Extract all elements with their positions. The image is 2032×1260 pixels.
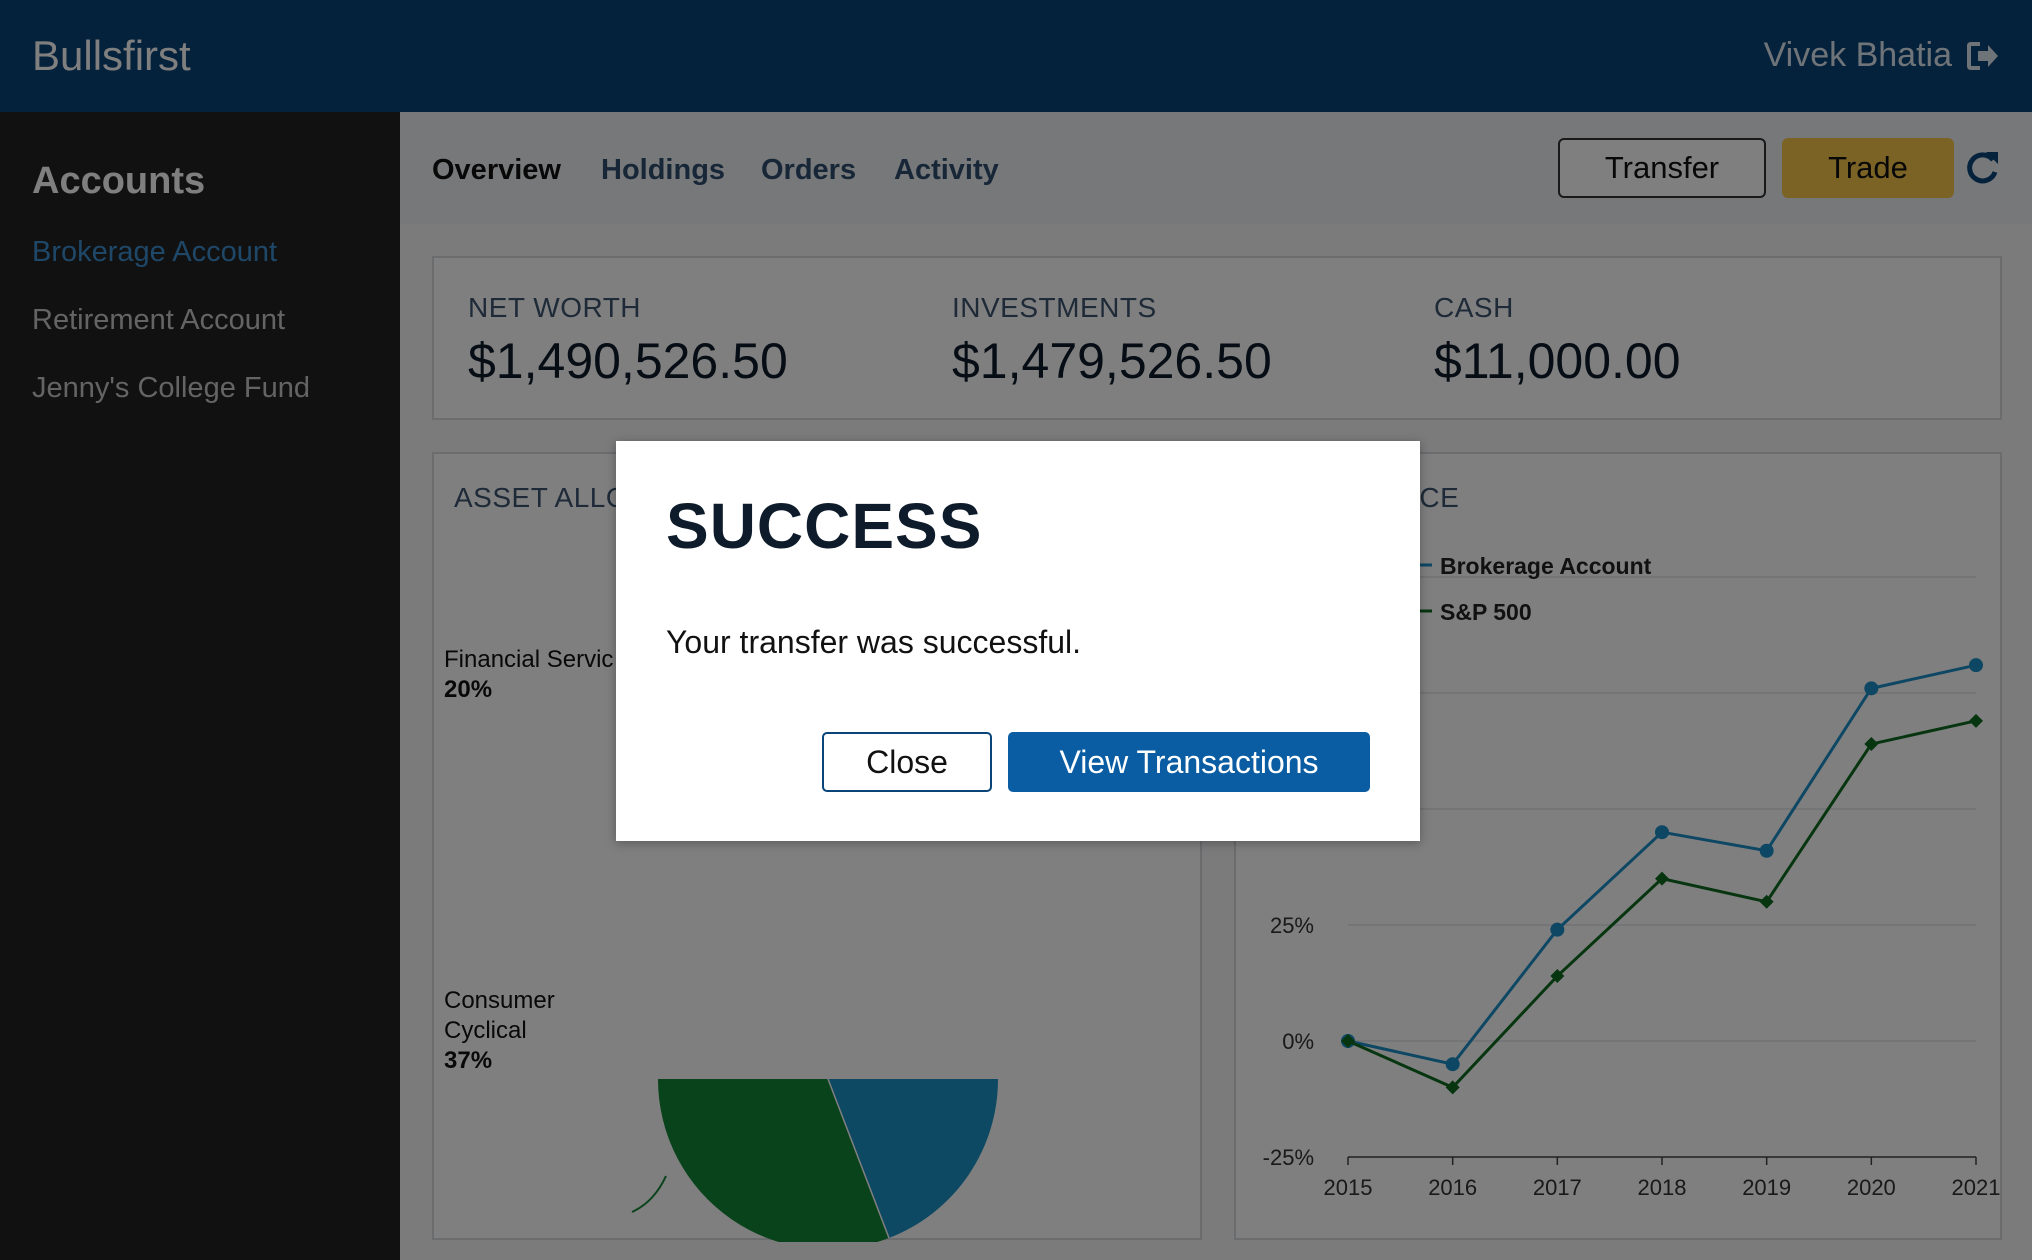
close-button[interactable]: Close (822, 732, 992, 792)
dialog-title: SUCCESS (666, 490, 983, 562)
view-transactions-button[interactable]: View Transactions (1008, 732, 1370, 792)
success-dialog: SUCCESS Your transfer was successful. Cl… (616, 441, 1420, 841)
dialog-message: Your transfer was successful. (666, 624, 1081, 660)
